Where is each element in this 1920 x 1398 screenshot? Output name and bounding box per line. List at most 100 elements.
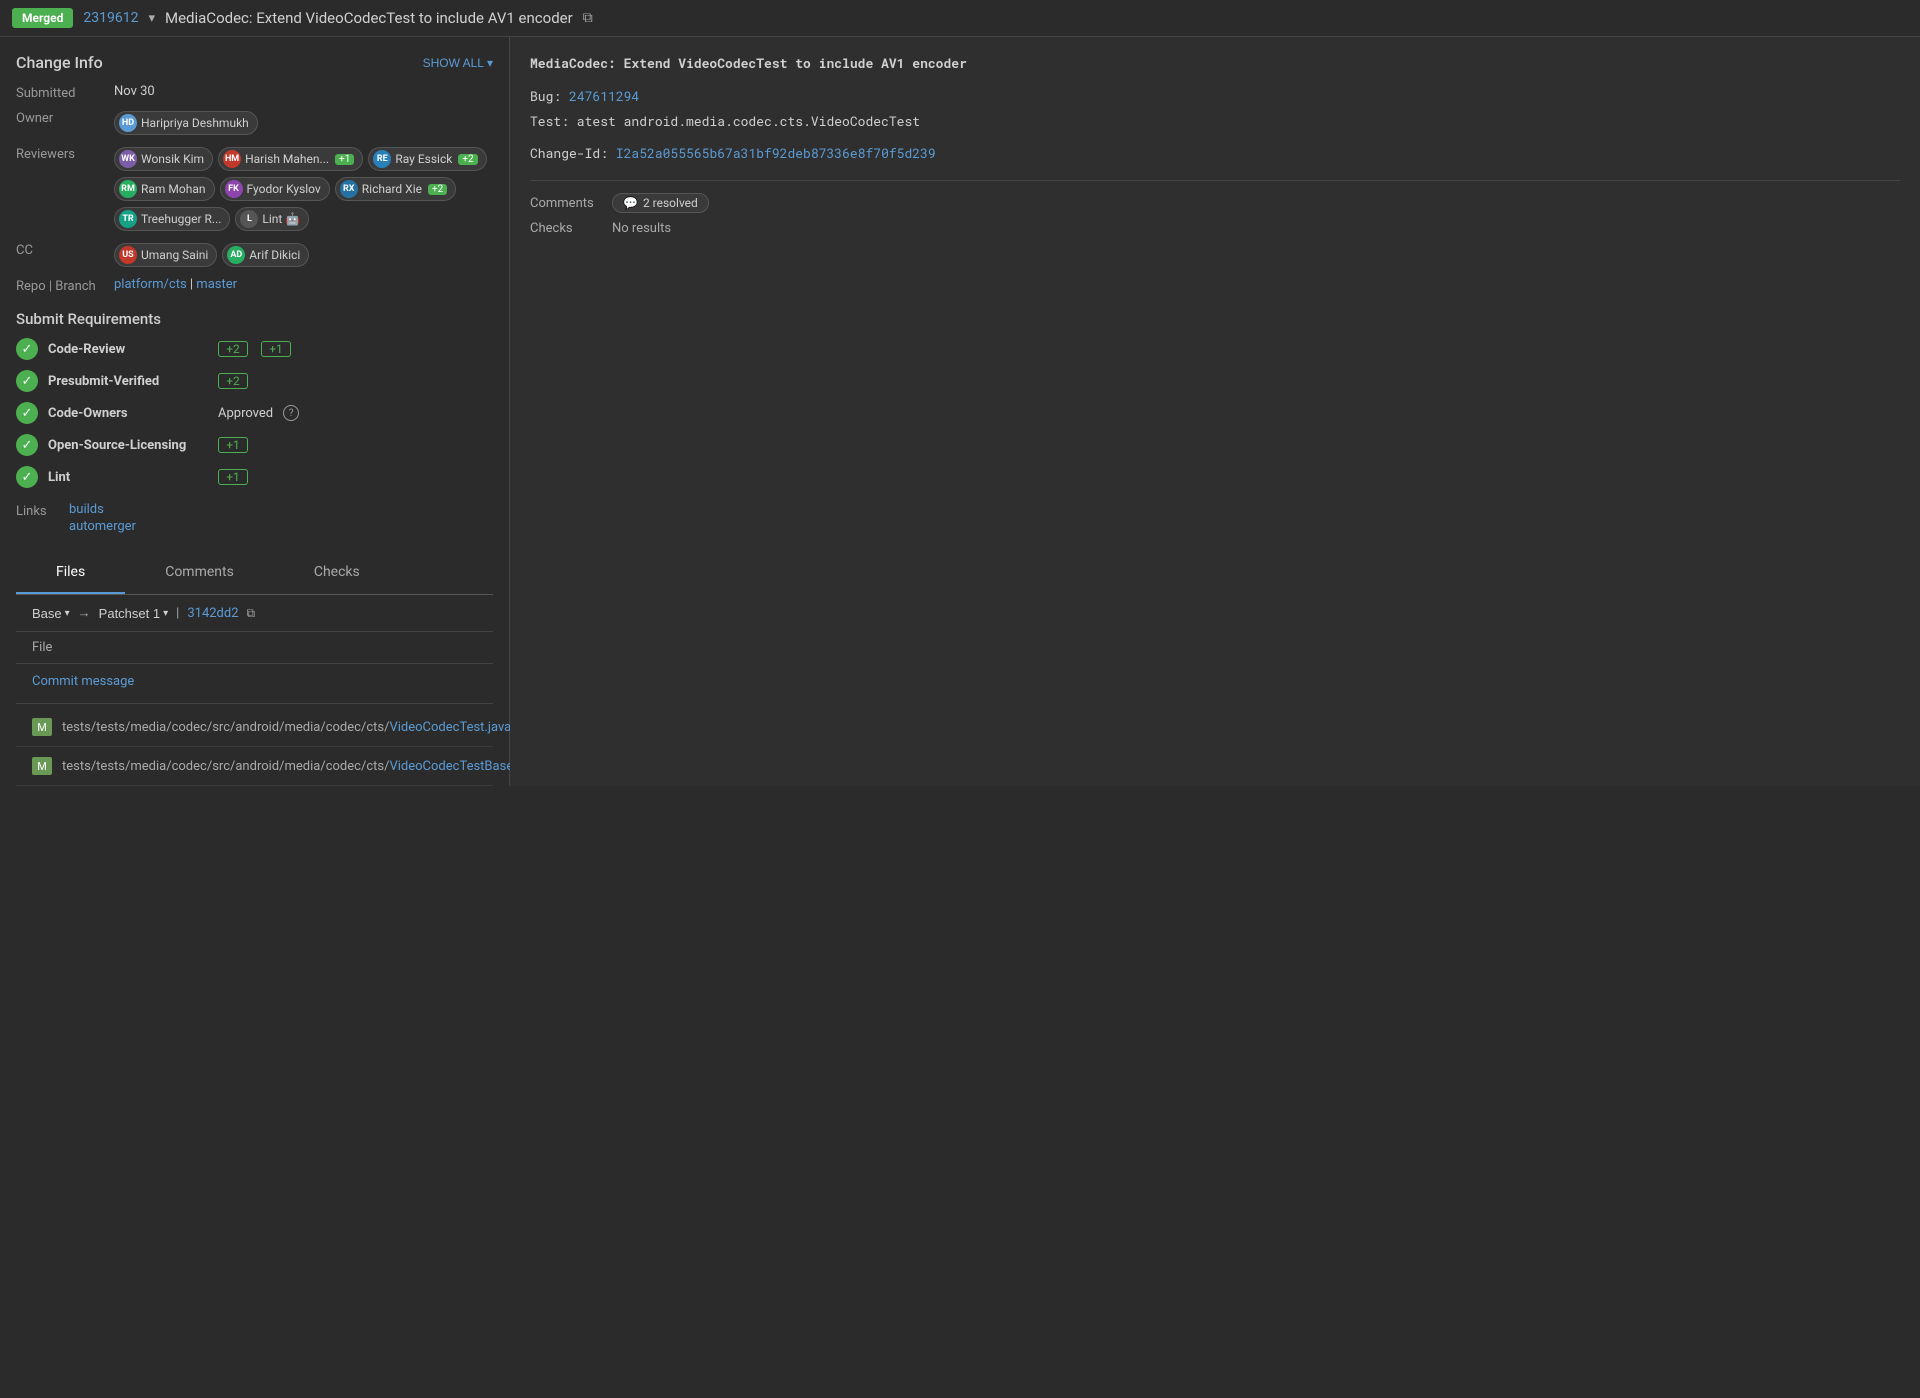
owner-row: Owner HD Haripriya Deshmukh (16, 109, 493, 137)
links-label: Links (16, 502, 61, 519)
change-number-link[interactable]: 2319612 (83, 10, 138, 26)
req-score-code-review-1: +1 (261, 341, 291, 357)
req-oss-licensing: ✓ Open-Source-Licensing +1 (16, 434, 493, 456)
left-panel: Change Info SHOW ALL ▾ Submitted Nov 30 … (0, 37, 510, 786)
req-score-code-review-2: +2 (218, 341, 248, 357)
change-info-header: Change Info SHOW ALL ▾ (16, 53, 493, 72)
req-name-oss-licensing: Open-Source-Licensing (48, 438, 208, 453)
file-path-2: tests/tests/media/codec/src/android/medi… (62, 759, 540, 774)
req-lint: ✓ Lint +1 (16, 466, 493, 488)
cc-avatar-arif: AD (227, 246, 245, 264)
ray-plus-badge: +2 (458, 154, 477, 165)
checks-meta-row: Checks No results (530, 221, 1900, 236)
commit-message-box: MediaCodec: Extend VideoCodecTest to inc… (530, 53, 1900, 164)
reviewer-chip-ray[interactable]: RE Ray Essick +2 (368, 147, 486, 171)
tab-checks[interactable]: Checks (274, 552, 400, 594)
file-row-2[interactable]: M tests/tests/media/codec/src/android/me… (16, 747, 493, 786)
richard-plus-badge: +2 (428, 184, 447, 195)
right-divider-1 (530, 180, 1900, 181)
reviewer-chip-treehugger[interactable]: TR Treehugger R... (114, 207, 230, 231)
reviewer-chip-lint[interactable]: L Lint 🤖 (235, 207, 309, 231)
reviewer-avatar-ram: RM (119, 180, 137, 198)
show-all-button[interactable]: SHOW ALL ▾ (423, 56, 493, 70)
reviewer-avatar-fyodor: FK (225, 180, 243, 198)
patchset-arrow: → (78, 605, 91, 621)
bug-line: Bug: 247611294 (530, 86, 1900, 107)
links-list: builds automerger (69, 502, 136, 534)
submit-requirements-title: Submit Requirements (16, 310, 493, 328)
repo-link[interactable]: platform/cts (114, 277, 187, 292)
cc-label: CC (16, 241, 106, 258)
req-approved-text: Approved (218, 406, 273, 421)
change-id-link[interactable]: I2a52a055565b67a31bf92deb87336e8f70f5d23… (616, 144, 936, 162)
links-section: Links builds automerger (16, 502, 493, 534)
reviewer-chip-fyodor[interactable]: FK Fyodor Kyslov (220, 177, 330, 201)
tab-comments[interactable]: Comments (125, 552, 274, 594)
change-id-line: Change-Id: I2a52a055565b67a31bf92deb8733… (530, 143, 1900, 164)
top-bar-title: MediaCodec: Extend VideoCodecTest to inc… (165, 9, 573, 27)
req-check-code-owners: ✓ (16, 402, 38, 424)
main-layout: Change Info SHOW ALL ▾ Submitted Nov 30 … (0, 37, 1920, 786)
owner-name: Haripriya Deshmukh (141, 116, 249, 130)
link-builds[interactable]: builds (69, 502, 136, 517)
checks-value: No results (612, 221, 671, 236)
reviewers-row: Reviewers WK Wonsik Kim HM Harish Mahen.… (16, 145, 493, 233)
req-name-code-review: Code-Review (48, 342, 208, 357)
file-table: File Commit message M tests/tests/media/… (16, 632, 493, 786)
copy-hash-icon[interactable]: ⧉ (247, 606, 256, 621)
top-bar: Merged 2319612 ▾ MediaCodec: Extend Vide… (0, 0, 1920, 37)
req-code-owners: ✓ Code-Owners Approved ? (16, 402, 493, 424)
reviewer-chip-richard[interactable]: RX Richard Xie +2 (335, 177, 457, 201)
file-row-1[interactable]: M tests/tests/media/codec/src/android/me… (16, 708, 493, 747)
resolved-icon: 💬 (623, 196, 638, 210)
harish-plus-badge: +1 (335, 154, 354, 165)
submitted-row: Submitted Nov 30 (16, 84, 493, 101)
submitted-label: Submitted (16, 84, 106, 101)
reviewers-label: Reviewers (16, 145, 106, 162)
file-marker-2: M (32, 757, 52, 775)
link-automerger[interactable]: automerger (69, 519, 136, 534)
patchset-bar: Base → Patchset 1 | 3142dd2 ⧉ (16, 595, 493, 632)
owner-label: Owner (16, 109, 106, 126)
reviewer-chip-ram[interactable]: RM Ram Mohan (114, 177, 215, 201)
base-selector[interactable]: Base (32, 606, 70, 621)
comments-meta-label: Comments (530, 196, 600, 211)
owner-avatar: HD (119, 114, 137, 132)
commit-message-link[interactable]: Commit message (16, 664, 493, 699)
reviewers-list: WK Wonsik Kim HM Harish Mahen... +1 RE R… (114, 145, 493, 233)
help-icon-code-owners[interactable]: ? (283, 405, 299, 421)
reviewer-avatar-richard: RX (340, 180, 358, 198)
reviewer-chip-wonsik[interactable]: WK Wonsik Kim (114, 147, 213, 171)
cc-row: CC US Umang Saini AD Arif Dikici (16, 241, 493, 269)
req-score-lint: +1 (218, 469, 248, 485)
commit-hash-link[interactable]: 3142dd2 (187, 606, 238, 621)
branch-link[interactable]: master (196, 277, 237, 292)
req-presubmit: ✓ Presubmit-Verified +2 (16, 370, 493, 392)
cc-chip-arif[interactable]: AD Arif Dikici (222, 243, 309, 267)
repo-branch-row: Repo | Branch platform/cts | master (16, 277, 493, 294)
file-link-1[interactable]: VideoCodecTest.java (389, 720, 511, 735)
reviewer-avatar-treehugger: TR (119, 210, 137, 228)
cc-chip-umang[interactable]: US Umang Saini (114, 243, 217, 267)
change-number-arrow: ▾ (148, 11, 155, 26)
checks-meta-label: Checks (530, 221, 600, 236)
repo-branch-label: Repo | Branch (16, 277, 106, 294)
copy-title-icon[interactable]: ⧉ (583, 10, 593, 26)
reviewer-chip-harish[interactable]: HM Harish Mahen... +1 (218, 147, 363, 171)
right-panel: MediaCodec: Extend VideoCodecTest to inc… (510, 37, 1920, 786)
req-check-code-review: ✓ (16, 338, 38, 360)
file-path-1: tests/tests/media/codec/src/android/medi… (62, 720, 511, 735)
resolved-text: 2 resolved (643, 196, 698, 210)
commit-title: MediaCodec: Extend VideoCodecTest to inc… (530, 53, 1900, 74)
comments-meta-row: Comments 💬 2 resolved (530, 193, 1900, 213)
bug-link[interactable]: 247611294 (569, 87, 639, 105)
divider-1 (16, 703, 493, 704)
resolved-badge[interactable]: 💬 2 resolved (612, 193, 709, 213)
reviewer-avatar-lint: L (240, 210, 258, 228)
patchset-selector[interactable]: Patchset 1 (99, 606, 168, 621)
owner-chip[interactable]: HD Haripriya Deshmukh (114, 109, 261, 137)
tab-files[interactable]: Files (16, 552, 125, 594)
tabs-bar: Files Comments Checks (16, 552, 493, 595)
req-check-lint: ✓ (16, 466, 38, 488)
cc-avatar-umang: US (119, 246, 137, 264)
